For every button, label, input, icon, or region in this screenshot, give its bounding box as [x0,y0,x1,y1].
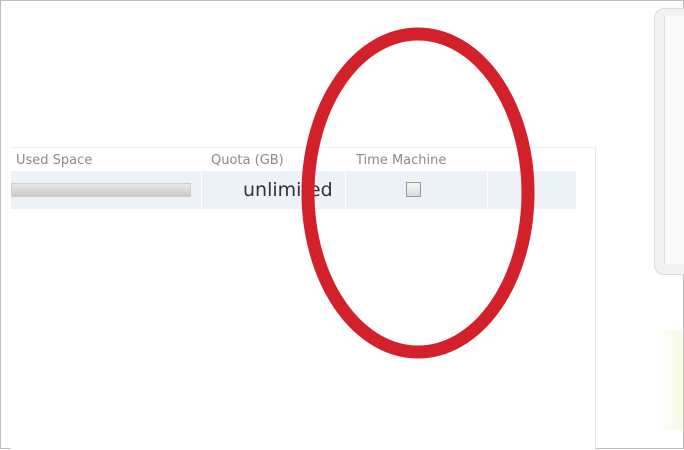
table-row[interactable]: unlimited [11,171,576,209]
column-divider [487,171,488,209]
column-header-time-machine[interactable]: Time Machine [356,153,446,168]
column-divider [201,171,202,209]
table-header: Used Space Quota (GB) Time Machine [11,147,594,171]
side-panel-content [664,16,684,264]
time-machine-checkbox[interactable] [406,182,421,197]
quota-value: unlimited [243,179,333,201]
column-header-used-space[interactable]: Used Space [16,153,92,168]
used-space-bar [11,183,191,197]
column-divider [345,171,346,209]
side-panel-highlight [658,330,682,430]
column-header-quota[interactable]: Quota (GB) [211,153,284,168]
used-space-bar-fill [12,184,190,196]
